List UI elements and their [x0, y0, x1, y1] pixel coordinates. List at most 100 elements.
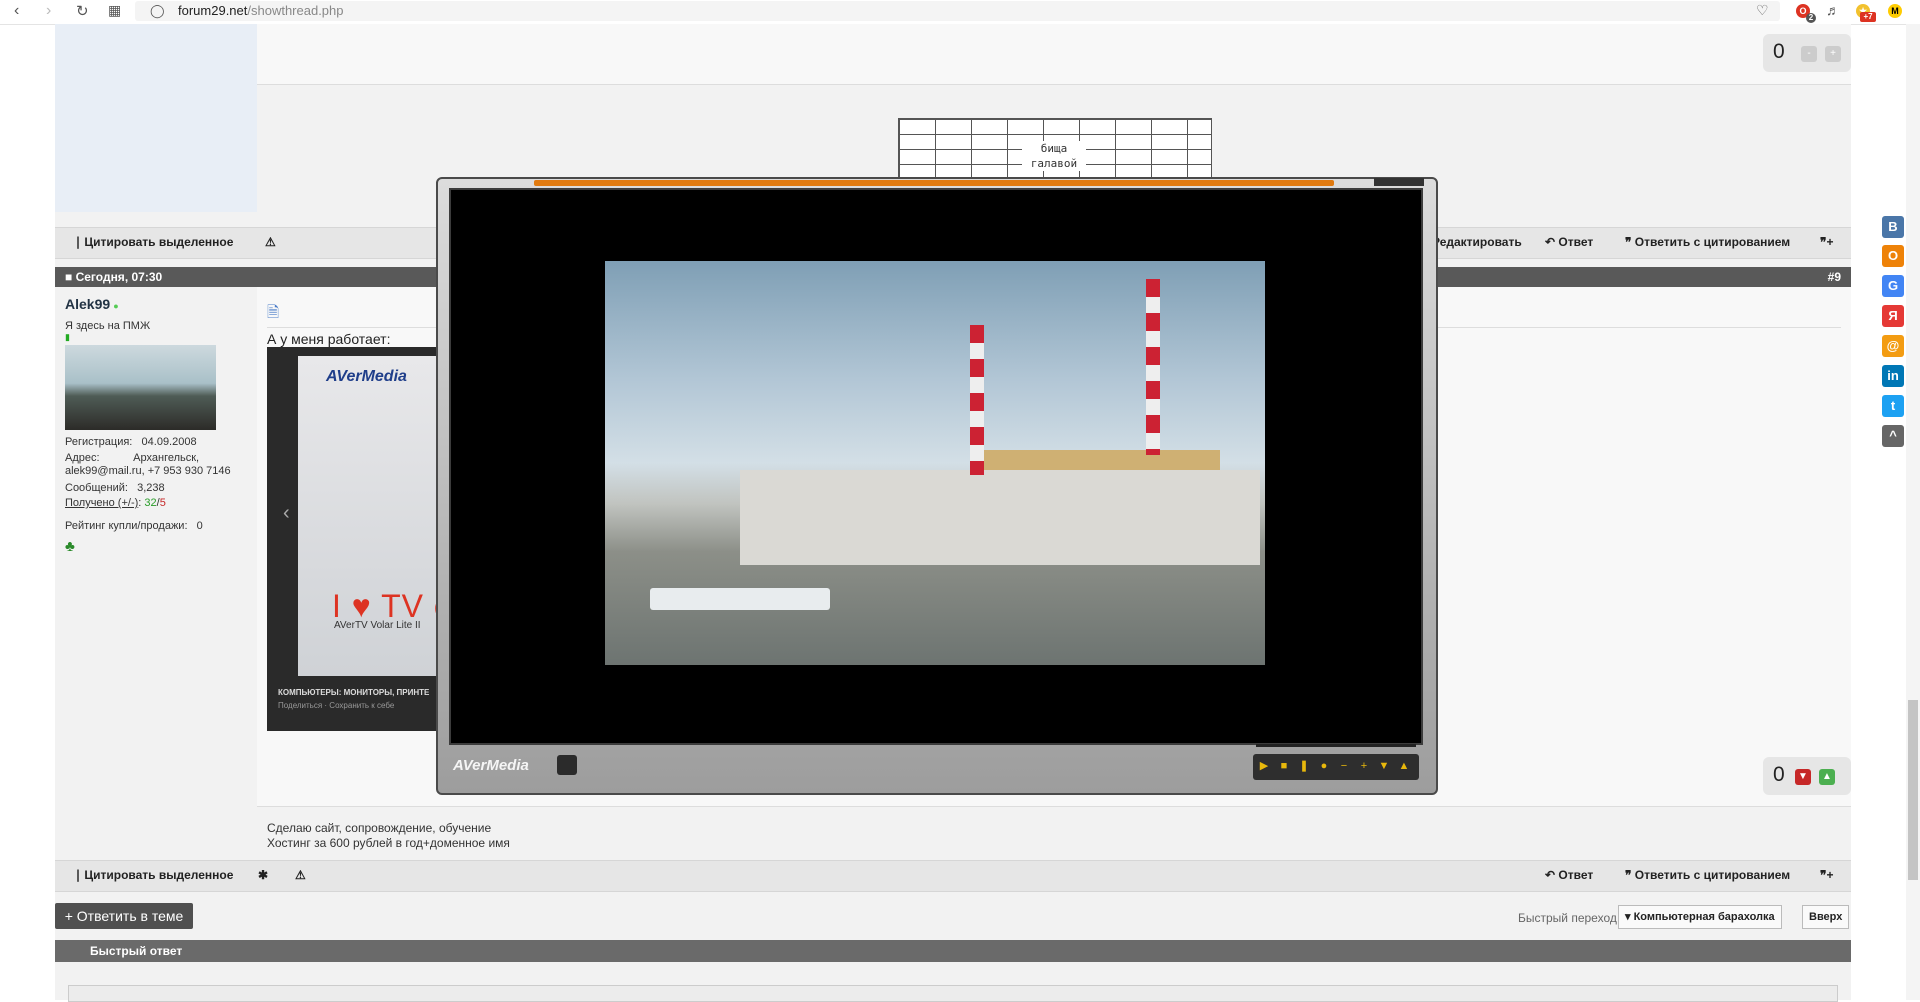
reg-row: Регистрация: 04.09.2008 [65, 436, 197, 448]
volume-up-icon[interactable]: + [1357, 759, 1371, 773]
forward-icon[interactable]: › [46, 2, 51, 20]
url-host: forum29.net [178, 3, 248, 18]
video-chimney-right [1146, 279, 1160, 455]
embed-actions: Поделиться · Сохранить к себе [278, 701, 395, 710]
reply-thread-button[interactable]: + Ответить в теме [55, 903, 193, 929]
embed-caption: КОМПЬЮТЕРЫ: МОНИТОРЫ, ПРИНТЕ [278, 688, 430, 697]
post-date-text: Сегодня, 07:30 [75, 270, 163, 284]
received-link[interactable]: Получено (+/-) [65, 497, 138, 509]
pause-icon[interactable]: ❚ [1297, 759, 1311, 773]
reply-button-2[interactable]: ↶ Ответ [1545, 868, 1593, 882]
channel-down-icon[interactable]: ▼ [1377, 759, 1391, 773]
quick-nav-label: Быстрый переход [1518, 911, 1617, 925]
addr-value: Архангельск, [133, 452, 200, 464]
browser-toolbar: ‹ › ↻ ▦ ◯ forum29.net/showthread.php ♡ O… [0, 0, 1920, 25]
trade-value: 0 [196, 520, 203, 532]
reply-editor-toolbar[interactable] [68, 985, 1838, 1002]
profile-avatar[interactable]: M [1888, 4, 1902, 18]
report-icon-2[interactable]: ⚠ [295, 868, 306, 882]
post-date: ■ Сегодня, 07:30 [65, 270, 163, 284]
post-rating-value: 0 [1773, 763, 1785, 786]
received-minus: 5 [159, 497, 166, 509]
multiquote-icon-2[interactable]: ❞+ [1820, 868, 1833, 882]
rating-up-button[interactable]: ▲ [1819, 769, 1835, 785]
odnoklassniki-share-icon[interactable]: О [1882, 245, 1904, 267]
video-chimney-left [970, 325, 984, 475]
url-text[interactable]: forum29.net/showthread.php [178, 3, 344, 18]
rating-down-button[interactable]: ▼ [1795, 769, 1811, 785]
clover-icon: ♣ [65, 538, 75, 555]
rating-minus-button[interactable]: - [1801, 46, 1817, 62]
linkedin-share-icon[interactable]: in [1882, 365, 1904, 387]
top-button[interactable]: Вверх [1802, 905, 1850, 929]
mailru-share-icon[interactable]: @ [1882, 335, 1904, 357]
rating-value: 0 [1773, 40, 1785, 63]
heart-icon[interactable]: ♡ [1756, 2, 1769, 19]
rating-plus-button[interactable]: + [1825, 46, 1841, 62]
vk-share-icon[interactable]: В [1882, 216, 1904, 238]
report-icon[interactable]: ⚠ [265, 235, 276, 249]
reply-label: Ответ [1558, 235, 1594, 249]
volume-down-icon[interactable]: − [1337, 759, 1351, 773]
user-title: Я здесь на ПМЖ [65, 320, 151, 332]
player-controls: ▶ ■ ❚ ● − + ▼ ▲ [1253, 754, 1419, 780]
reply-quote-label: Ответить с цитированием [1634, 235, 1791, 249]
extension-badge: 2 [1806, 13, 1816, 23]
twitter-share-icon[interactable]: t [1882, 395, 1904, 417]
reg-value: 04.09.2008 [141, 436, 197, 448]
trade-label: Рейтинг купли/продажи: [65, 520, 188, 532]
msgs-row: Сообщений: 3,238 [65, 482, 165, 494]
edit-button[interactable]: Редактировать [1432, 235, 1522, 249]
multiquote-icon[interactable]: ❞+ [1820, 235, 1833, 249]
headphones-icon[interactable]: ♬ [1826, 2, 1840, 18]
quote-selected-button[interactable]: ∣ Цитировать выделенное [75, 235, 233, 249]
quick-reply-title: Быстрый ответ [90, 944, 183, 958]
reload-icon[interactable]: ↻ [76, 2, 89, 20]
quote-selected-button-2[interactable]: ∣ Цитировать выделенное [75, 868, 233, 882]
reply-quote-button[interactable]: ❞ Ответить с цитированием [1625, 235, 1790, 249]
player-title-strip [534, 180, 1334, 186]
player-brand-logo: AVerMedia [453, 757, 529, 774]
post-action-bar-2: ∣ Цитировать выделенное ✱ ⚠ ↶ Ответ ❞ От… [55, 860, 1851, 892]
yandex-share-icon[interactable]: Я [1882, 305, 1904, 327]
url-path: /showthread.php [247, 3, 344, 18]
reply-quote-button-2[interactable]: ❞ Ответить с цитированием [1625, 868, 1790, 882]
forum-jump-select[interactable]: ▾ Компьютерная барахолка [1618, 905, 1782, 929]
reg-label: Регистрация: [65, 436, 133, 448]
google-share-icon[interactable]: G [1882, 275, 1904, 297]
post-number-link[interactable]: #9 [1828, 270, 1841, 284]
embed-brand: AVerMedia [326, 368, 407, 385]
back-icon[interactable]: ‹ [14, 2, 19, 20]
signature-line-2: Хостинг за 600 рублей в год+доменное имя [267, 836, 510, 850]
user-avatar[interactable] [65, 345, 216, 430]
document-icon: 🗎 [267, 304, 280, 321]
rating-box-top: 0 - + [1763, 34, 1851, 72]
username-link[interactable]: Alek99 [65, 296, 110, 312]
stop-icon[interactable]: ■ [1277, 759, 1291, 773]
thanks-icon[interactable]: ✱ [258, 868, 268, 882]
brick-wall-caption: бища галавой [1022, 141, 1086, 171]
player-seek-bar[interactable] [1256, 744, 1416, 747]
channel-up-icon[interactable]: ▲ [1397, 759, 1411, 773]
trade-row: Рейтинг купли/продажи: 0 [65, 520, 203, 532]
embed-share-link[interactable]: Поделиться [278, 701, 322, 710]
signature: Сделаю сайт, сопровождение, обучение Хос… [267, 821, 510, 851]
globe-icon: ◯ [150, 3, 165, 18]
reply-button[interactable]: ↶ Ответ [1545, 235, 1593, 249]
notification-badge: +7 [1860, 12, 1876, 22]
player-menu-button[interactable] [557, 755, 577, 775]
embed-save-link[interactable]: Сохранить к себе [329, 701, 394, 710]
carousel-prev-icon[interactable]: ‹ [283, 502, 290, 525]
grid-icon[interactable]: ▦ [108, 2, 121, 19]
play-icon[interactable]: ▶ [1257, 759, 1271, 773]
signature-divider [257, 806, 1851, 807]
address-bar[interactable] [135, 1, 1780, 21]
previous-post-userinfo [55, 24, 257, 212]
scrollbar-thumb[interactable] [1908, 700, 1918, 880]
player-window-buttons[interactable] [1374, 178, 1424, 186]
scroll-up-icon[interactable]: ^ [1882, 425, 1904, 447]
received-plus: 32 [144, 497, 157, 509]
reputation-icon: ▮ [65, 332, 70, 342]
msgs-label: Сообщений: [65, 482, 128, 494]
record-icon[interactable]: ● [1317, 759, 1331, 773]
